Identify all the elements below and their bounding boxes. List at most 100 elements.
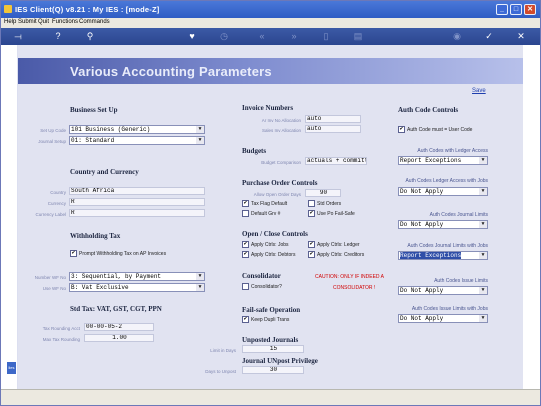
std-tax-heading: Std Tax: VAT, GST, CGT, PPN [70, 305, 162, 313]
chevron-down-icon: ▼ [196, 137, 204, 144]
currency-field[interactable]: R [69, 198, 205, 206]
side-tab[interactable]: lies [7, 362, 16, 374]
save-link[interactable]: Save [472, 88, 486, 94]
country-label: Country [50, 190, 66, 195]
max-tax-rounding-field[interactable]: 1.00 [84, 334, 154, 342]
apply-ctrls-debtors-checkbox[interactable]: ✔ Apply Ctrls: Debtors [242, 251, 295, 258]
number-wf-select[interactable]: 3: Sequential, by Payment ▼ [69, 272, 205, 281]
keep-dupli-trans-checkbox[interactable]: ✔ Keep Dupli Trans [242, 316, 289, 323]
maximize-button[interactable]: □ [510, 4, 522, 15]
consolidator-warning-line1: CAUTION: ONLY IF INDEED A [315, 274, 384, 280]
menu-quit[interactable]: Quit [38, 19, 49, 25]
forward-icon[interactable]: » [288, 31, 300, 42]
chevron-down-icon: ▼ [196, 284, 204, 291]
currency-label: Currency [47, 201, 66, 206]
days-to-unpost-field[interactable]: 30 [242, 366, 304, 374]
apply-ctrls-creditors-checkbox[interactable]: ✔ Apply Ctrls: Creditors [308, 251, 364, 258]
lock-icon[interactable]: ◉ [452, 31, 462, 42]
issue-limits-jobs-label: Auth Codes Issue Limits with Jobs [411, 306, 488, 312]
number-wf-label: Number WF No [34, 275, 66, 280]
prompt-withholding-checkbox[interactable]: ✔ Prompt Withholding Tax on AP Invoices [70, 250, 166, 257]
toolbar: ⟞ ? ⚲ ♥ ◷ « » ▯ ▤ ◉ ✓ ✕ [1, 28, 540, 45]
budget-comparison-label: Budget Comparison [261, 160, 301, 165]
search-icon[interactable]: ⚲ [85, 31, 95, 42]
sales-inv-allocation-label: Sales Inv Allocation [261, 128, 301, 133]
help-icon[interactable]: ? [53, 31, 63, 42]
check-icon[interactable]: ✓ [484, 31, 494, 42]
budgets-heading: Budgets [242, 147, 267, 155]
journal-limits-jobs-select[interactable]: Report Exceptions ▼ [398, 251, 488, 260]
business-setup-heading: Business Set Up [70, 106, 118, 114]
limit-in-days-label: Limit in Days [210, 348, 236, 353]
consolidator-checkbox[interactable]: Consolidator? [242, 283, 282, 290]
ledger-access-select[interactable]: Report Exceptions ▼ [398, 156, 488, 165]
sales-inv-allocation-field[interactable]: auto [305, 125, 361, 133]
menu-functions[interactable]: Functions [52, 19, 78, 25]
journal-setup-select[interactable]: 01: Standard ▼ [69, 136, 205, 145]
rewind-icon[interactable]: « [256, 31, 268, 42]
print-icon[interactable]: ▤ [353, 31, 363, 42]
use-wf-select[interactable]: B: Vat Exclusive ▼ [69, 283, 205, 292]
apply-ctrls-ledger-checkbox[interactable]: ✔ Apply Ctrls: Ledger [308, 241, 360, 248]
heart-icon[interactable]: ♥ [187, 31, 197, 42]
ledger-access-label: Auth Codes with Ledger Access [417, 148, 488, 154]
chevron-down-icon: ▼ [196, 126, 204, 133]
use-wf-label: Use WF No [42, 286, 66, 291]
exit-icon[interactable]: ⟞ [9, 31, 27, 42]
default-grv-checkbox[interactable]: Default Grv # [242, 210, 280, 217]
doc-icon[interactable]: ▯ [321, 31, 331, 42]
use-po-failsafe-checkbox[interactable]: ✔ Use Po Fail-Safe [308, 210, 355, 217]
chevron-down-icon: ▼ [196, 273, 204, 280]
issue-limits-label: Auth Codes Issue Limits [434, 278, 488, 284]
chevron-down-icon: ▼ [479, 252, 487, 259]
limit-in-days-field[interactable]: 15 [242, 345, 304, 353]
menu-commands[interactable]: Commands [79, 19, 110, 25]
allow-open-order-days-field[interactable]: 90 [305, 189, 341, 197]
issue-limits-jobs-select[interactable]: Do Not Apply ▼ [398, 314, 488, 323]
withholding-heading: Withholding Tax [70, 232, 121, 240]
close-button[interactable]: ✕ [524, 4, 536, 15]
clock-icon[interactable]: ◷ [219, 31, 229, 42]
menu-help[interactable]: Help [4, 19, 16, 25]
unposted-journals-heading: Unposted Journals [242, 336, 299, 344]
chevron-down-icon: ▼ [479, 157, 487, 164]
app-icon [4, 5, 12, 13]
po-controls-heading: Purchase Order Controls [242, 179, 318, 187]
apply-ctrls-jobs-checkbox[interactable]: ✔ Apply Ctrls: Jobs [242, 241, 289, 248]
currency-label-label: Currency Label [35, 212, 66, 217]
right-panel [523, 45, 540, 389]
close-icon[interactable]: ✕ [516, 31, 526, 42]
failsafe-heading: Fail-safe Operation [242, 306, 301, 314]
budget-comparison-field[interactable]: actuals + committe [305, 157, 367, 165]
page-title: Various Accounting Parameters [70, 64, 272, 79]
ledger-jobs-select[interactable]: Do Not Apply ▼ [398, 187, 488, 196]
title-bar: IES Client(Q) v8.21 : My IES : [mode-Z] … [1, 1, 540, 18]
ar-inv-allocation-field[interactable]: auto [305, 115, 361, 123]
journal-setup-label: Journal Setup [38, 139, 66, 144]
menu-submit[interactable]: Submit [18, 19, 37, 25]
page-banner: Various Accounting Parameters [18, 58, 523, 84]
tax-rounding-acct-field[interactable]: 00-00-05-2 [84, 323, 154, 331]
country-heading: Country and Currency [70, 168, 139, 176]
minimize-button[interactable]: _ [496, 4, 508, 15]
issue-limits-select[interactable]: Do Not Apply ▼ [398, 286, 488, 295]
menu-bar: Help Submit Quit Functions Commands [1, 18, 540, 28]
tax-rounding-acct-label: Tax Rounding Acct [42, 326, 80, 331]
window-title: IES Client(Q) v8.21 : My IES : [mode-Z] [15, 5, 160, 14]
auth-must-user-checkbox[interactable]: ✔ Auth Code must = User Code [398, 126, 472, 133]
tax-flag-default-checkbox[interactable]: ✔ Tax Flag Default [242, 200, 287, 207]
days-to-unpost-label: Days to Unpost [205, 369, 236, 374]
open-close-heading: Open / Close Controls [242, 230, 308, 238]
chevron-down-icon: ▼ [479, 221, 487, 228]
journal-limits-select[interactable]: Do Not Apply ▼ [398, 220, 488, 229]
country-field[interactable]: South Africa [69, 187, 205, 195]
setup-code-select[interactable]: 101 Business (Generic) ▼ [69, 125, 205, 134]
left-panel [1, 45, 17, 389]
auth-code-heading: Auth Code Controls [398, 106, 459, 114]
status-bar [1, 389, 540, 405]
journal-limits-label: Auth Codes Journal Limits [429, 212, 488, 218]
journal-limits-jobs-label: Auth Codes Journal Limits with Jobs [407, 243, 488, 249]
checkbox-box: ✔ [70, 250, 77, 257]
std-orders-checkbox[interactable]: Std Orders [308, 200, 341, 207]
currency-label-field[interactable]: R [69, 209, 205, 217]
